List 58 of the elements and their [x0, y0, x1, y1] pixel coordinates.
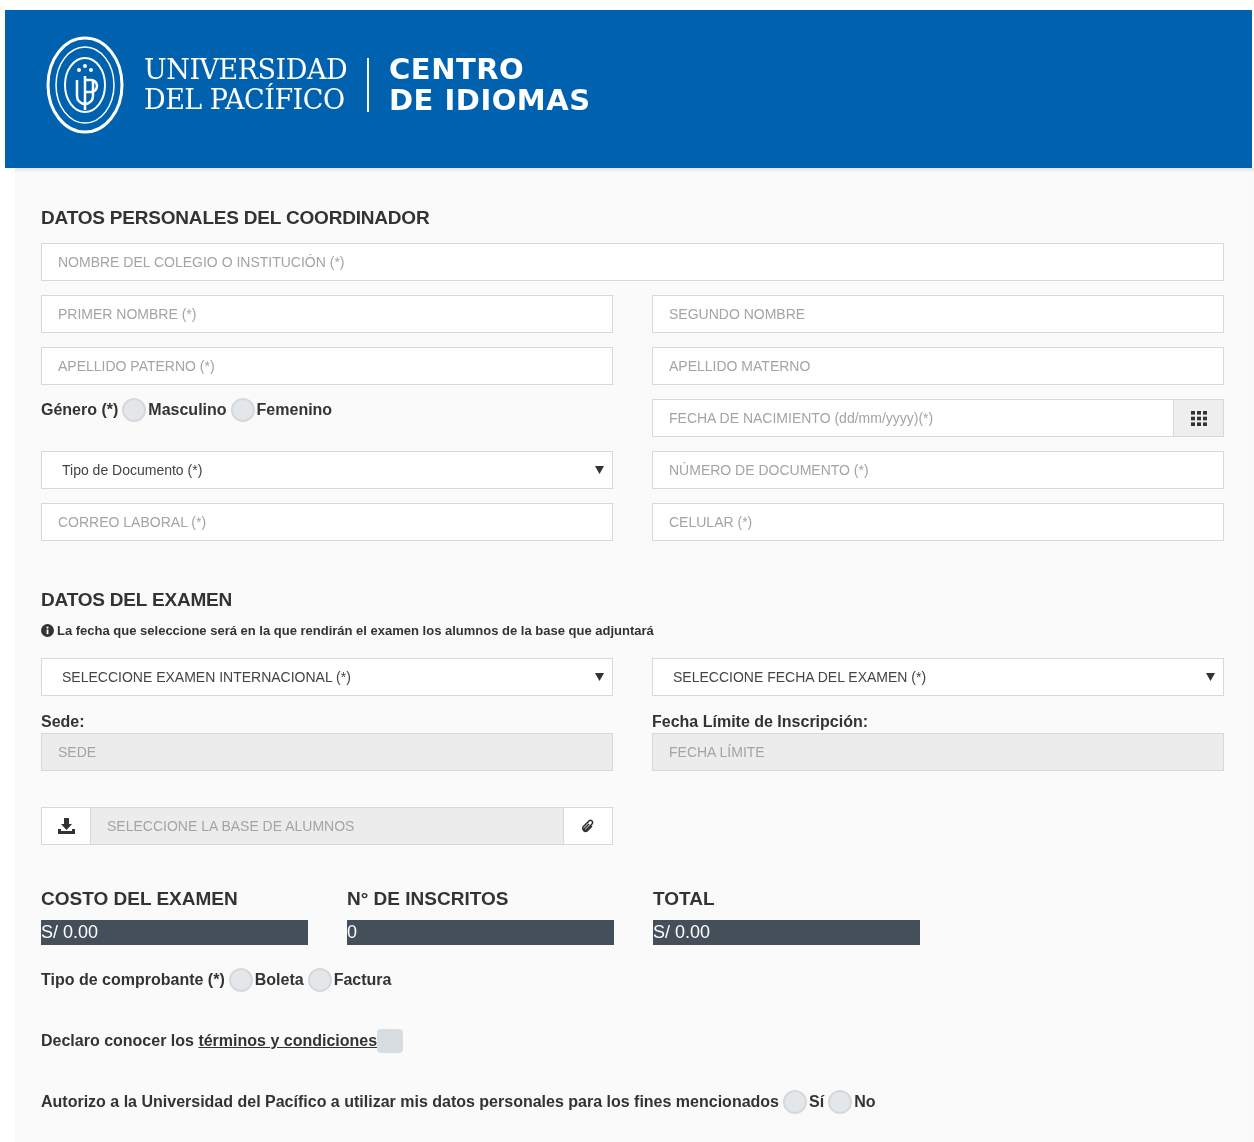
- radio-label[interactable]: Factura: [333, 971, 392, 989]
- select-dropdown[interactable]: Tipo de Documento (*): [41, 451, 613, 489]
- radio-label[interactable]: Masculino: [148, 401, 227, 419]
- summary-value: S/ 0.00: [653, 920, 920, 945]
- checkbox[interactable]: [377, 1029, 404, 1053]
- input-field[interactable]: CELULAR (*): [652, 503, 1224, 541]
- input-field[interactable]: APELLIDO MATERNO: [652, 347, 1224, 385]
- section-title: DATOS PERSONALES DEL COORDINADOR: [41, 207, 430, 229]
- summary-label: TOTAL: [653, 888, 715, 910]
- download-icon: [57, 818, 75, 834]
- calendar-button[interactable]: [1173, 399, 1224, 437]
- summary-label: N° DE INSCRITOS: [347, 888, 509, 910]
- radio-button[interactable]: [228, 968, 253, 992]
- readonly-field: SEDE: [41, 733, 613, 771]
- summary-value: 0: [347, 920, 614, 945]
- field-label: Tipo de comprobante (*): [41, 971, 225, 989]
- caret-icon: [595, 466, 604, 474]
- terms-link[interactable]: términos y condiciones: [198, 1032, 378, 1049]
- caret-icon: [595, 673, 604, 681]
- info-note: La fecha que seleccione será en la que rendirán el examen los alumnos de la base que adjuntará: [57, 623, 654, 638]
- university-seal-icon: [46, 36, 124, 134]
- input-field[interactable]: PRIMER NOMBRE (*): [41, 295, 613, 333]
- field-label: Sede:: [41, 713, 85, 731]
- input-field[interactable]: CORREO LABORAL (*): [41, 503, 613, 541]
- radio-button[interactable]: [122, 398, 147, 422]
- caret-icon: [1206, 673, 1215, 681]
- select-dropdown[interactable]: SELECCIONE EXAMEN INTERNACIONAL (*): [41, 658, 613, 696]
- date-input-field[interactable]: FECHA DE NACIMIENTO (dd/mm/yyyy)(*): [652, 399, 1173, 437]
- select-dropdown[interactable]: SELECCIONE FECHA DEL EXAMEN (*): [652, 658, 1224, 696]
- field-label: Autorizo a la Universidad del Pacífico a utilizar mis datos personales para los fines mencionados: [41, 1093, 779, 1111]
- radio-button[interactable]: [828, 1090, 853, 1114]
- attach-button[interactable]: [563, 807, 613, 845]
- download-button[interactable]: [41, 807, 91, 845]
- center-name: CENTRO: [389, 54, 525, 85]
- summary-label: COSTO DEL EXAMEN: [41, 888, 238, 910]
- center-name: DE IDIOMAS: [389, 85, 591, 116]
- radio-button[interactable]: [783, 1090, 807, 1114]
- info-icon: [41, 624, 54, 637]
- summary-value: S/ 0.00: [41, 920, 308, 945]
- input-field[interactable]: NOMBRE DEL COLEGIO O INSTITUCIÓN (*): [41, 243, 1224, 281]
- field-label: Género (*): [41, 401, 119, 419]
- radio-button[interactable]: [307, 968, 332, 992]
- section-title: DATOS DEL EXAMEN: [41, 589, 233, 611]
- radio-label[interactable]: Femenino: [256, 401, 333, 419]
- input-field[interactable]: APELLIDO PATERNO (*): [41, 347, 613, 385]
- radio-label[interactable]: No: [854, 1093, 876, 1111]
- readonly-field: FECHA LÍMITE: [652, 733, 1224, 771]
- terms-sentence: Declaro conocer los términos y condiciones: [41, 1032, 378, 1050]
- field-label: Fecha Límite de Inscripción:: [652, 713, 869, 731]
- radio-label[interactable]: Sí: [809, 1093, 825, 1111]
- grid-icon: [1190, 410, 1207, 426]
- input-field[interactable]: SEGUNDO NOMBRE: [652, 295, 1224, 333]
- university-name: DEL PACÍFICO: [144, 85, 345, 115]
- radio-button[interactable]: [230, 398, 255, 422]
- paperclip-icon: [580, 817, 596, 835]
- radio-label[interactable]: Boleta: [254, 971, 304, 989]
- file-input-field[interactable]: SELECCIONE LA BASE DE ALUMNOS: [91, 807, 563, 845]
- input-field[interactable]: NÚMERO DE DOCUMENTO (*): [652, 451, 1224, 489]
